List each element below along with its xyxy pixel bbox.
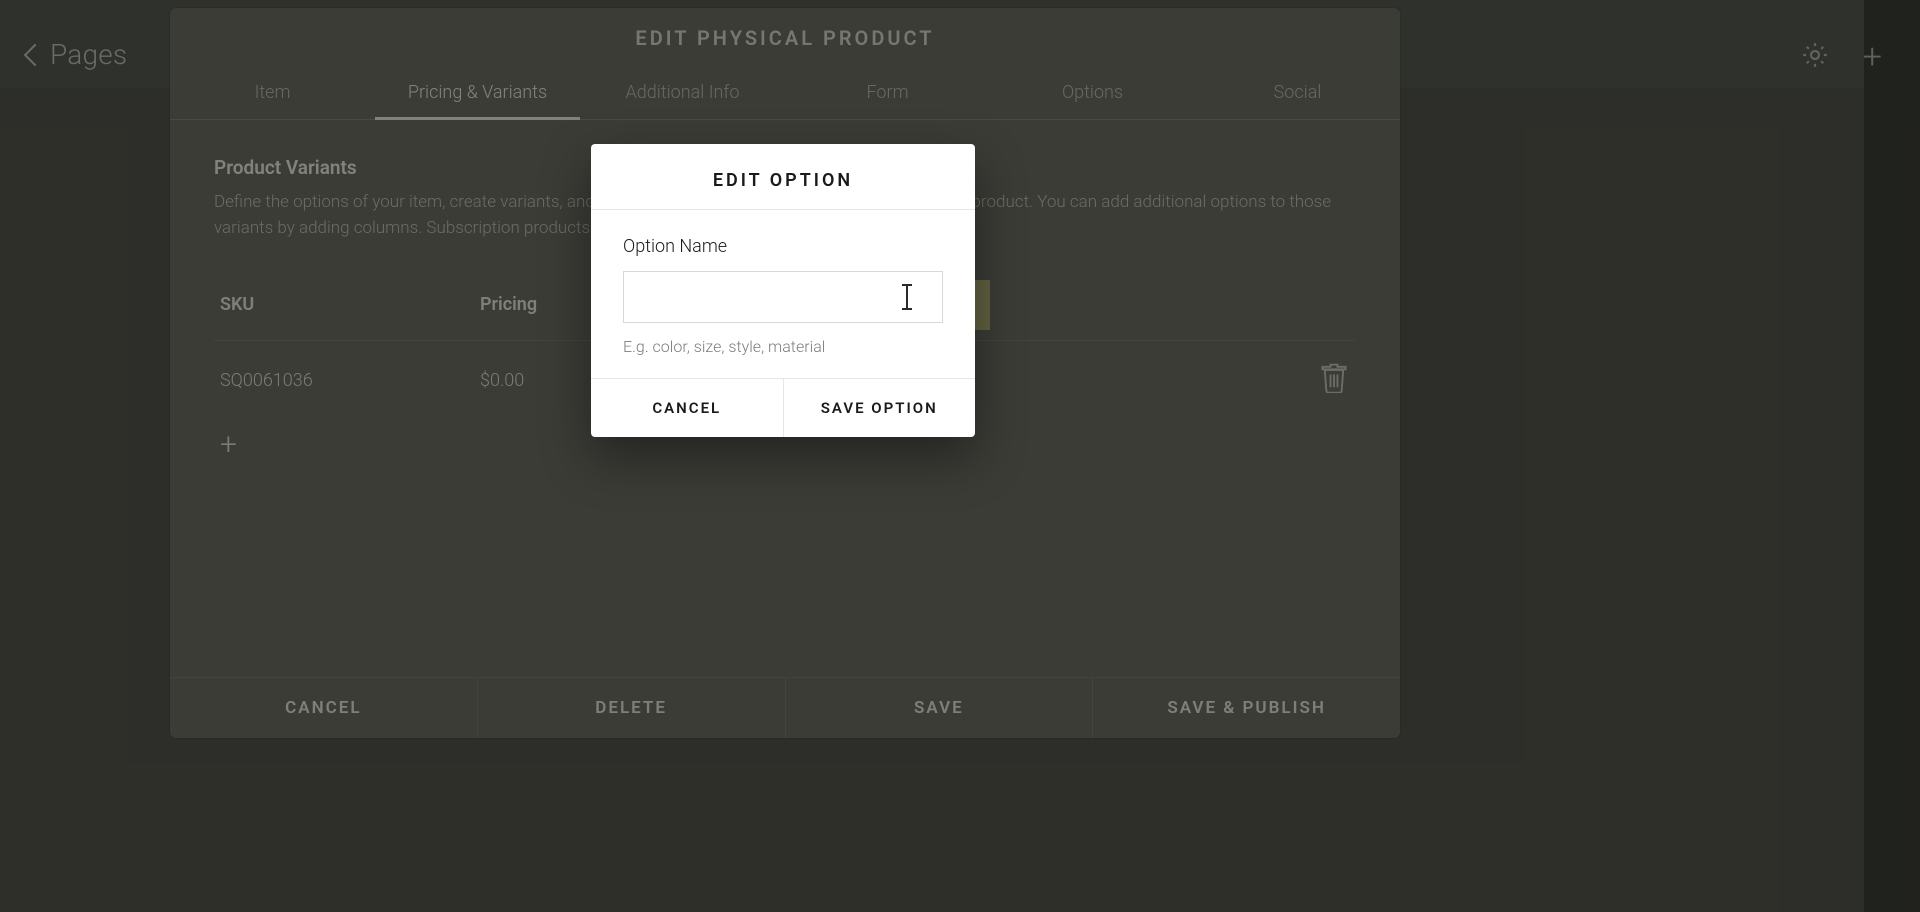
modal-body: Option Name E.g. color, size, style, mat… [591, 210, 975, 378]
modal-actions: CANCEL SAVE OPTION [591, 378, 975, 437]
option-name-input[interactable] [623, 271, 943, 323]
option-name-hint: E.g. color, size, style, material [623, 337, 943, 356]
edit-option-modal: EDIT OPTION Option Name E.g. color, size… [591, 144, 975, 437]
modal-backdrop[interactable] [0, 0, 1920, 912]
modal-title: EDIT OPTION [591, 144, 975, 209]
modal-save-button[interactable]: SAVE OPTION [783, 379, 976, 437]
modal-cancel-button[interactable]: CANCEL [591, 379, 783, 437]
text-cursor-icon [906, 282, 908, 312]
option-name-label: Option Name [623, 236, 943, 257]
